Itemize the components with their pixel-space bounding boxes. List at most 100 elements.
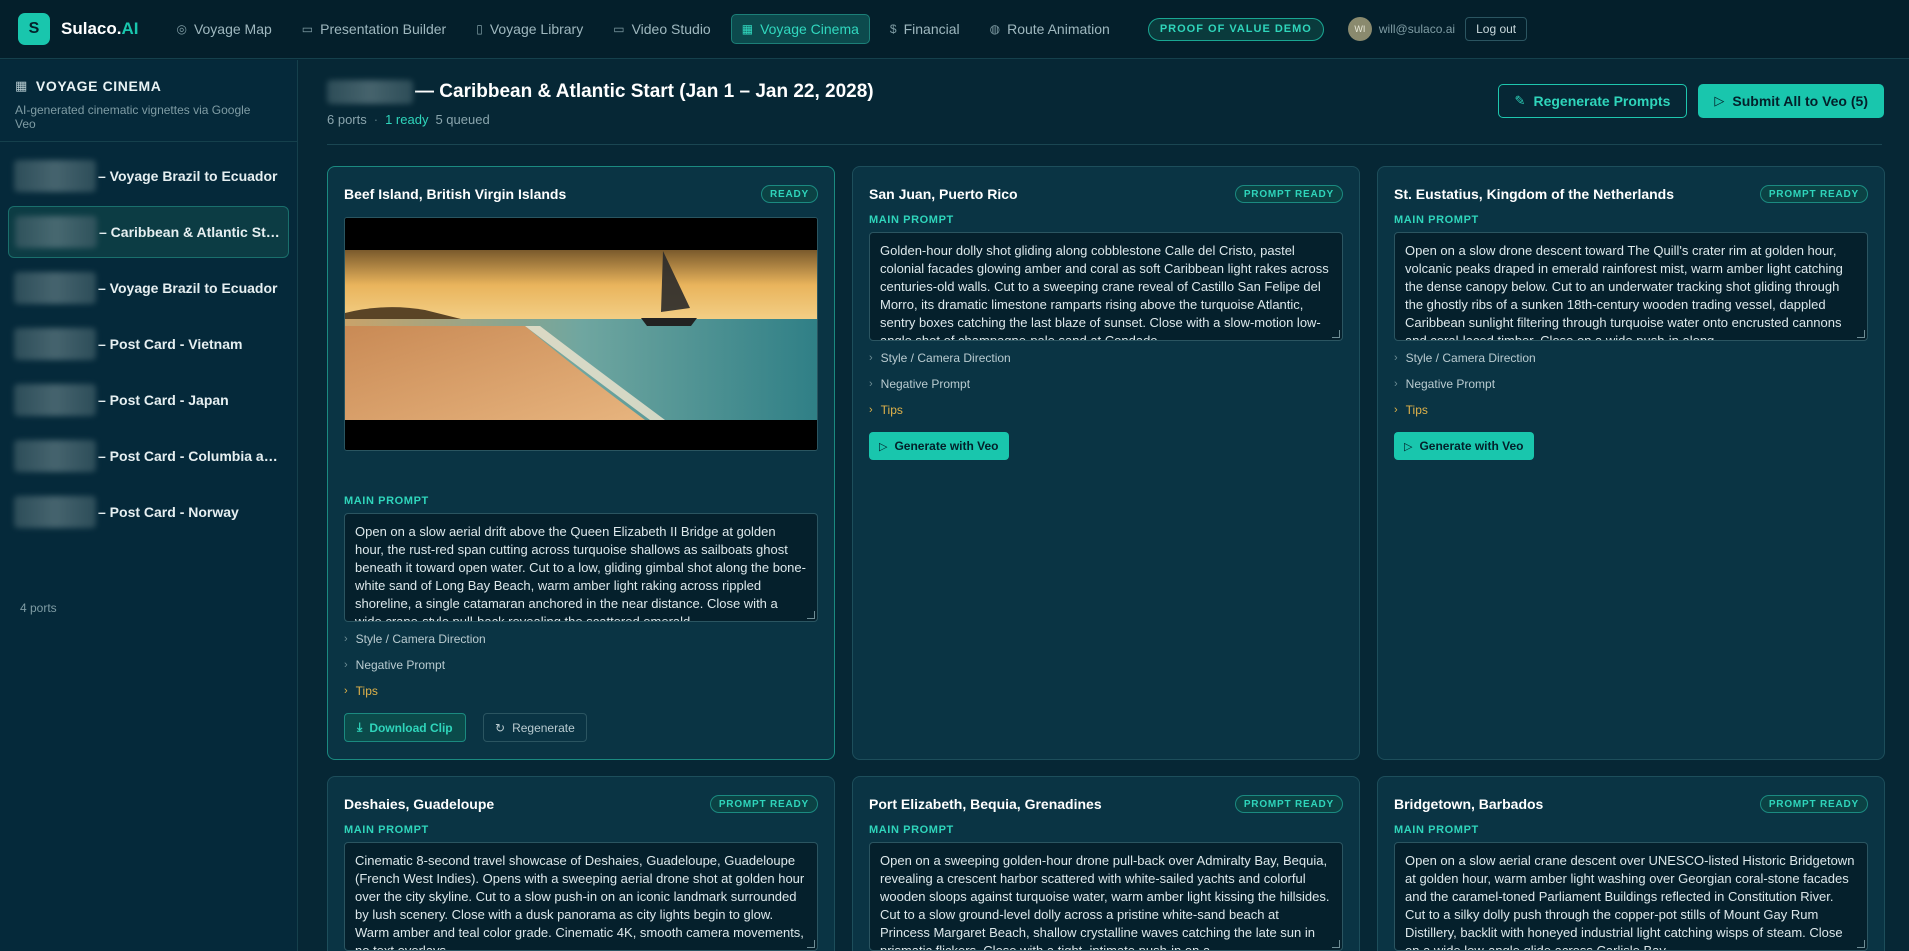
main-prompt-textarea[interactable]: Open on a slow aerial crane descent over… [1394,842,1868,951]
main-prompt-textarea[interactable]: Golden-hour dolly shot gliding along cob… [869,232,1343,341]
main-prompt-label: MAIN PROMPT [869,824,954,836]
card-header: Deshaies, Guadeloupe PROMPT READY [344,795,818,813]
resize-handle[interactable] [807,611,815,619]
dollar-icon: $ [889,22,897,36]
voyage-list: – Voyage Brazil to Ecuador – Caribbean &… [0,142,297,538]
sidebar-item-voyage[interactable]: – Post Card - Columbia and ... [8,430,289,482]
main-prompt-textarea[interactable]: Open on a slow drone descent toward The … [1394,232,1868,341]
chevron-right-icon: › [1394,352,1398,364]
sidebar-item-voyage[interactable]: – Post Card - Vietnam [8,318,289,370]
sidebar-title: ▦ VOYAGE CINEMA [15,78,282,94]
sidebar-subtitle: AI-generated cinematic vignettes via Goo… [15,103,251,131]
card-title: Deshaies, Guadeloupe [344,796,495,812]
card-title: St. Eustatius, Kingdom of the Netherland… [1394,186,1675,202]
play-icon: ▷ [1404,440,1413,453]
prompt-text: Open on a slow aerial crane descent over… [1405,853,1855,951]
card-header: Bridgetown, Barbados PROMPT READY [1394,795,1868,813]
main-prompt-label: MAIN PROMPT [1394,214,1479,226]
regenerate-button[interactable]: ↻ Regenerate [483,713,587,742]
expander-label: Tips [880,403,903,417]
nav-voyage-library[interactable]: ▯ Voyage Library [466,14,593,44]
tips-expander[interactable]: › Tips [869,403,903,417]
chevron-right-icon: › [344,685,348,697]
main-prompt-label: MAIN PROMPT [344,495,429,507]
nav-financial[interactable]: $ Financial [880,14,970,44]
port-card: Port Elizabeth, Bequia, Grenadines PROMP… [852,776,1360,951]
ready-count: 1 ready [385,112,429,127]
style-camera-expander[interactable]: › Style / Camera Direction [1394,351,1536,365]
card-title: San Juan, Puerto Rico [869,186,1018,202]
main-prompt-textarea[interactable]: Open on a sweeping golden-hour drone pul… [869,842,1343,951]
top-navigation-bar: S Sulaco.AI ◎ Voyage Map ▭ Presentation Bu… [0,0,1909,59]
proof-of-value-badge: PROOF OF VALUE DEMO [1147,17,1324,41]
sidebar-item-voyage[interactable]: – Post Card - Norway [8,486,289,538]
submit-all-button[interactable]: ▷ Submit All to Veo (5) [1698,84,1884,118]
avatar[interactable]: WI [1347,17,1372,41]
tips-expander[interactable]: › Tips [1394,403,1428,417]
nav-video-studio[interactable]: ▭ Video Studio [603,14,720,44]
logout-button[interactable]: Log out [1465,17,1528,41]
user-email: will@sulaco.ai [1378,22,1456,36]
expander-label: Tips [355,684,378,698]
page-header: — Caribbean & Atlantic Start (Jan 1 – Ja… [327,80,874,127]
resize-handle[interactable] [807,940,815,948]
button-label: Generate with Veo [894,439,999,453]
sidebar-item-label: – Voyage Brazil to Ecuador [98,280,278,296]
sidebar-item-voyage[interactable]: – Post Card - Japan [8,374,289,426]
video-player[interactable] [344,217,818,451]
status-badge: PROMPT READY [1759,795,1868,813]
nav-route-animation[interactable]: ◍ Route Animation [980,14,1120,44]
prompt-text: Open on a sweeping golden-hour drone pul… [880,853,1330,951]
regenerate-prompts-button[interactable]: ✎ Regenerate Prompts [1497,84,1688,118]
nav-presentation-builder[interactable]: ▭ Presentation Builder [292,14,456,44]
chevron-right-icon: › [344,633,348,645]
redacted-name [15,216,97,248]
main-prompt-textarea[interactable]: Cinematic 8-second travel showcase of De… [344,842,818,951]
style-camera-expander[interactable]: › Style / Camera Direction [869,351,1011,365]
chevron-right-icon: › [869,404,873,416]
page-meta: 6 ports · 1 ready 5 queued [327,112,874,127]
download-icon: ⤓ [357,720,363,734]
status-badge: READY [760,185,818,203]
resize-handle[interactable] [1857,330,1865,338]
expander-label: Negative Prompt [355,658,446,672]
tips-expander[interactable]: › Tips [344,684,378,698]
globe-icon: ◎ [176,22,187,36]
main-prompt-textarea[interactable]: Open on a slow aerial drift above the Qu… [344,513,818,622]
meta-separator: · [373,112,379,127]
queued-count: 5 queued [435,112,490,127]
app-logo-text[interactable]: Sulaco.AI [61,19,138,39]
prompt-text: Open on a slow drone descent toward The … [1405,243,1843,341]
button-label: Regenerate Prompts [1533,93,1671,109]
port-card: St. Eustatius, Kingdom of the Netherland… [1377,166,1885,760]
download-clip-button[interactable]: ⤓ Download Clip [344,713,466,742]
sidebar-item-label: – Post Card - Columbia and ... [98,448,282,464]
sidebar-item-voyage-active[interactable]: – Caribbean & Atlantic Start ... [8,206,289,258]
resize-handle[interactable] [1332,940,1340,948]
prompt-text: Golden-hour dolly shot gliding along cob… [880,243,1329,341]
redacted-name [14,328,96,360]
monitor-icon: ▭ [301,22,314,36]
resize-handle[interactable] [1857,940,1865,948]
style-camera-expander[interactable]: › Style / Camera Direction [344,632,486,646]
status-badge: PROMPT READY [709,795,818,813]
route-icon: ◍ [989,22,1001,36]
logo-mark[interactable]: S [18,13,50,45]
port-card: Beef Island, British Virgin Islands READ… [327,166,835,760]
generate-with-veo-button[interactable]: ▷ Generate with Veo [1394,432,1534,460]
play-icon: ▷ [879,440,888,453]
status-badge: PROMPT READY [1234,795,1343,813]
negative-prompt-expander[interactable]: › Negative Prompt [344,658,445,672]
sidebar-item-voyage[interactable]: – Voyage Brazil to Ecuador [8,262,289,314]
redacted-name [327,80,413,104]
nav-label: Route Animation [1007,21,1110,37]
generate-with-veo-button[interactable]: ▷ Generate with Veo [869,432,1009,460]
sidebar-item-voyage[interactable]: – Voyage Brazil to Ecuador [8,150,289,202]
negative-prompt-expander[interactable]: › Negative Prompt [869,377,970,391]
negative-prompt-expander[interactable]: › Negative Prompt [1394,377,1495,391]
nav-voyage-map[interactable]: ◎ Voyage Map [166,14,281,44]
nav-label: Video Studio [631,21,711,37]
header-divider [327,144,1882,145]
resize-handle[interactable] [1332,330,1340,338]
nav-voyage-cinema[interactable]: ▦ Voyage Cinema [730,14,870,44]
